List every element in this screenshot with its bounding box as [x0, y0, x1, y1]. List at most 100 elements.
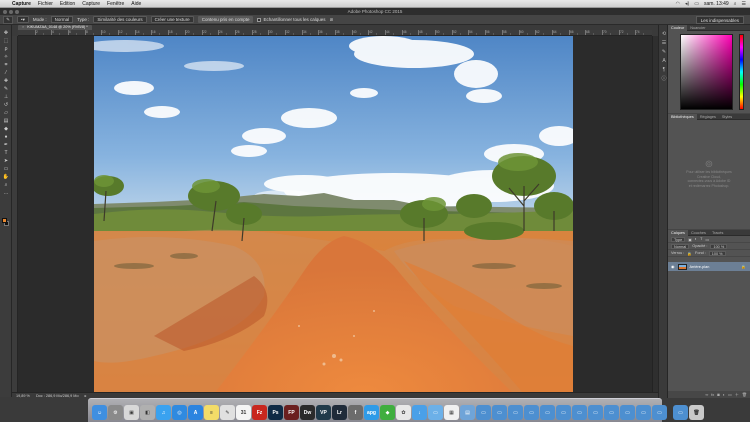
proximity-match-button[interactable]: Similarité des couleurs — [93, 16, 147, 23]
notes-icon[interactable]: ≡ — [204, 405, 219, 420]
battery-icon[interactable]: ▭ — [694, 1, 699, 7]
notification-center-icon[interactable]: ☰ — [742, 1, 746, 7]
blend-mode-select[interactable]: Normal — [671, 243, 690, 249]
zoom-tool-icon[interactable]: ⌕ — [0, 181, 12, 189]
hand-tool-icon[interactable]: ✋ — [0, 173, 12, 181]
font-icon[interactable]: f — [348, 405, 363, 420]
brush-size-picker[interactable]: •▾ — [17, 16, 29, 23]
window-12-icon[interactable]: ▭ — [652, 405, 667, 420]
grid-icon[interactable]: ▦ — [444, 405, 459, 420]
pen-tool-icon[interactable]: ✒ — [0, 141, 12, 149]
fill-input[interactable]: 100 % — [708, 250, 726, 256]
healing-brush-tool-icon[interactable]: ✚ — [0, 77, 12, 85]
wifi-icon[interactable]: ◠ — [676, 1, 680, 7]
new-group-icon[interactable]: ▭ — [728, 392, 732, 397]
layer-name[interactable]: Arrière-plan — [690, 265, 710, 269]
opacity-input[interactable]: 100 % — [710, 243, 728, 249]
menu-item[interactable]: Capture — [12, 1, 31, 7]
adjustment-layer-icon[interactable]: ◐ — [723, 392, 725, 397]
clone-stamp-tool-icon[interactable]: ⊥ — [0, 93, 12, 101]
menu-item[interactable]: Edition — [60, 1, 75, 7]
filter-shape-icon[interactable]: ▭ — [705, 237, 709, 242]
shape-tool-icon[interactable]: ▭ — [0, 165, 12, 173]
type-tool-icon[interactable]: T — [0, 149, 12, 157]
menu-item[interactable]: Capture — [82, 1, 100, 7]
folder-icon[interactable]: ▭ — [428, 405, 443, 420]
preview-icon[interactable]: ▣ — [124, 405, 139, 420]
window-1-icon[interactable]: ▭ — [476, 405, 491, 420]
more-tools-icon[interactable]: … — [0, 189, 12, 197]
filter-pixel-icon[interactable]: ▣ — [688, 237, 692, 242]
stack-icon[interactable]: ▤ — [460, 405, 475, 420]
spot-healing-brush-icon[interactable]: ✎ — [3, 15, 13, 24]
tab-swatches[interactable]: Nuancier — [687, 25, 708, 31]
window-7-icon[interactable]: ▭ — [572, 405, 587, 420]
crop-tool-icon[interactable]: ⌗ — [0, 61, 12, 69]
window-4-icon[interactable]: ▭ — [524, 405, 539, 420]
layer-filter-select[interactable]: Type — [671, 236, 686, 242]
layer-mask-icon[interactable]: ◙ — [717, 392, 719, 397]
eyedropper-tool-icon[interactable]: ⁄ — [0, 69, 12, 77]
layer-row-background[interactable]: ◉ Arrière-plan 🔒 — [668, 262, 750, 271]
itunes-icon[interactable]: ♫ — [156, 405, 171, 420]
window-8-icon[interactable]: ▭ — [588, 405, 603, 420]
path-selection-tool-icon[interactable]: ➤ — [0, 157, 12, 165]
window-9-icon[interactable]: ▭ — [604, 405, 619, 420]
status-zoom[interactable]: 19,89 % — [16, 394, 30, 398]
link-layers-icon[interactable]: ∞ — [705, 392, 708, 397]
window-11-icon[interactable]: ▭ — [636, 405, 651, 420]
window-13-icon[interactable]: ▭ — [673, 405, 688, 420]
system-preferences-icon[interactable]: ⚙ — [108, 405, 123, 420]
content-aware-button[interactable]: Contenu pris en compte — [197, 16, 254, 23]
new-layer-icon[interactable]: ＋ — [735, 392, 739, 398]
evernote-icon[interactable]: ◆ — [380, 405, 395, 420]
blur-tool-icon[interactable]: ◆ — [0, 125, 12, 133]
menu-item[interactable]: Fichier — [38, 1, 53, 7]
dodge-tool-icon[interactable]: ● — [0, 133, 12, 141]
foreground-color-swatch[interactable] — [2, 218, 7, 223]
finder-icon[interactable]: ☺ — [92, 405, 107, 420]
mode-select[interactable]: Normal — [50, 16, 74, 23]
window-10-icon[interactable]: ▭ — [620, 405, 635, 420]
trash-icon[interactable]: 🗑 — [689, 405, 704, 420]
downloads-icon[interactable]: ↓ — [412, 405, 427, 420]
window-6-icon[interactable]: ▭ — [556, 405, 571, 420]
spotlight-icon[interactable]: ⌕ — [734, 1, 737, 7]
app-store-icon[interactable]: A — [188, 405, 203, 420]
lasso-tool-icon[interactable]: ρ — [0, 45, 12, 53]
quick-select-tool-icon[interactable]: ✧ — [0, 53, 12, 61]
gradient-tool-icon[interactable]: ▤ — [0, 117, 12, 125]
window-2-icon[interactable]: ▭ — [492, 405, 507, 420]
tab-adjustments[interactable]: Réglages — [697, 114, 719, 120]
photoshop-icon[interactable]: Ps — [268, 405, 283, 420]
color-field[interactable] — [680, 34, 733, 110]
brush-tool-icon[interactable]: ✎ — [0, 85, 12, 93]
menu-item[interactable]: Fenêtre — [107, 1, 124, 7]
window-3-icon[interactable]: ▭ — [508, 405, 523, 420]
history-brush-tool-icon[interactable]: ↺ — [0, 101, 12, 109]
volume-icon[interactable]: ◂) — [685, 1, 689, 7]
filter-type-icon[interactable]: T — [700, 237, 702, 241]
tab-color[interactable]: Couleur — [668, 24, 688, 31]
vp-icon[interactable]: VP — [316, 405, 331, 420]
tab-libraries[interactable]: Bibliothèques — [668, 113, 697, 120]
sample-all-layers-checkbox[interactable]: Echantillonner tous les calques — [257, 17, 326, 22]
delete-layer-icon[interactable]: 🗑 — [742, 392, 747, 397]
safari-icon[interactable]: ◎ — [172, 405, 187, 420]
pressure-icon[interactable]: ⊘ — [330, 17, 334, 23]
eraser-tool-icon[interactable]: ▱ — [0, 109, 12, 117]
menubar-clock[interactable]: sam. 13:49 — [704, 1, 729, 7]
davinci-icon[interactable]: Dw — [300, 405, 315, 420]
apple-pay-icon[interactable]: apg — [364, 405, 379, 420]
create-texture-button[interactable]: Créer une texture — [150, 16, 194, 23]
close-tab-icon[interactable]: × — [22, 25, 24, 29]
window-5-icon[interactable]: ▭ — [540, 405, 555, 420]
filter-adjust-icon[interactable]: ◐ — [695, 237, 697, 241]
calendar-icon[interactable]: 31 — [236, 405, 251, 420]
move-tool-icon[interactable]: ✥ — [0, 29, 12, 37]
hue-slider[interactable] — [739, 34, 744, 110]
workspace-switcher[interactable]: Les indispensables — [695, 16, 744, 24]
document-canvas[interactable] — [94, 36, 573, 394]
marquee-tool-icon[interactable]: ⬚ — [0, 37, 12, 45]
menu-item[interactable]: Aide — [131, 1, 141, 7]
